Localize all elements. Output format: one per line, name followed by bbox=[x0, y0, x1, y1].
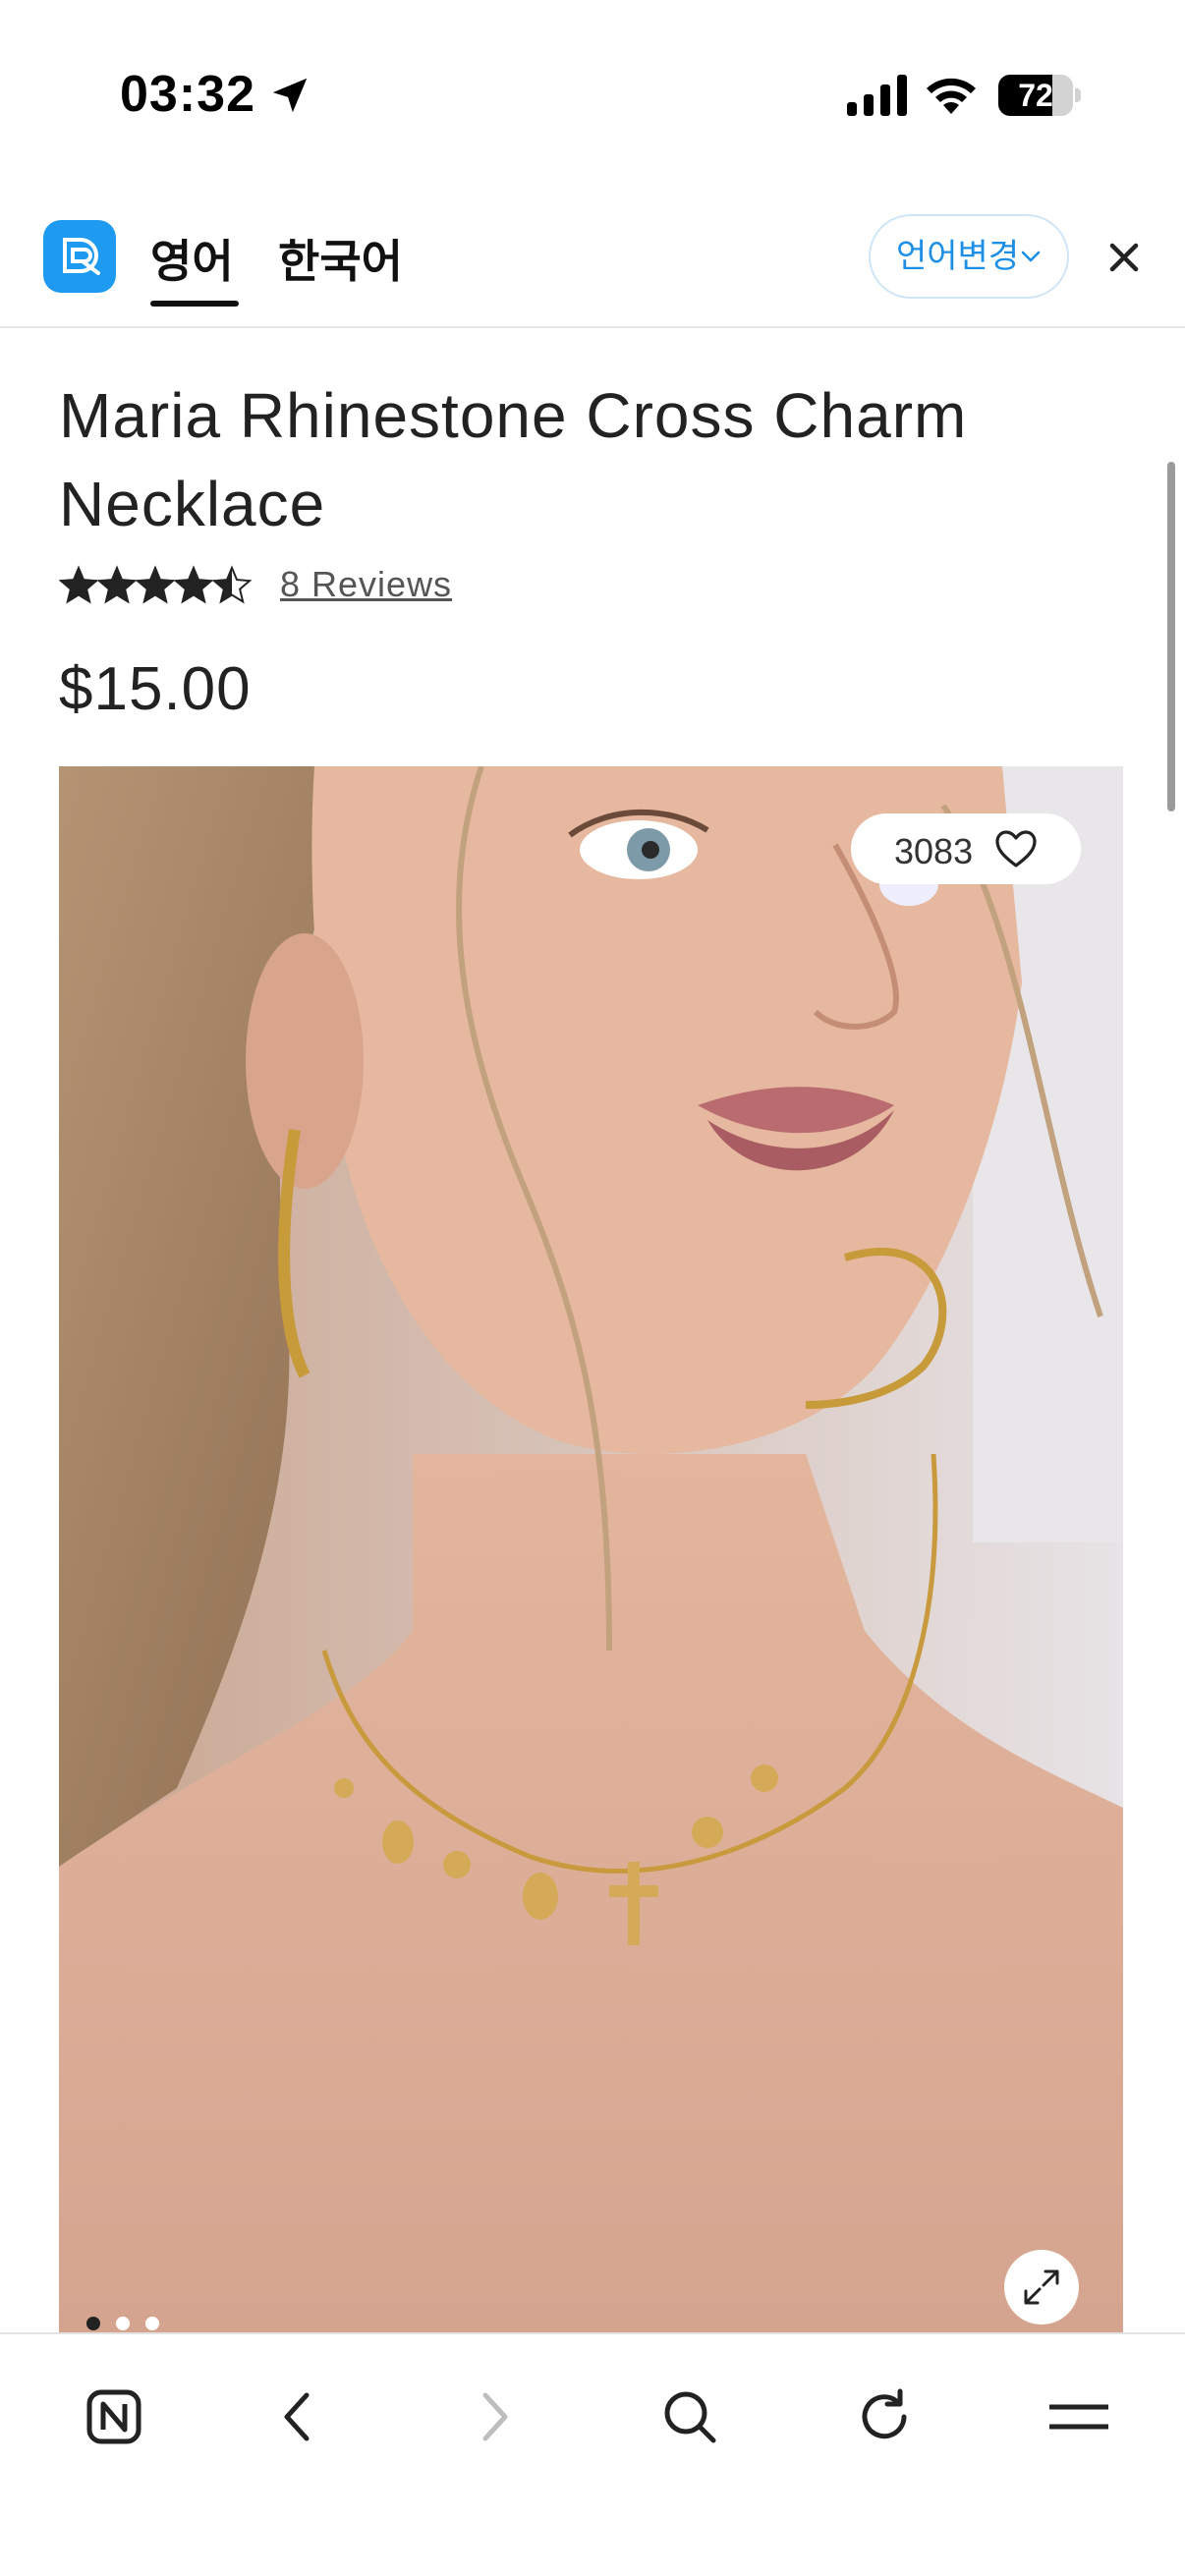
wishlist-button[interactable]: 3083 bbox=[851, 813, 1081, 884]
star-fill bbox=[98, 568, 136, 602]
cellular-signal-icon bbox=[847, 75, 907, 116]
tab-korean[interactable]: 한국어 bbox=[278, 226, 403, 291]
status-bar: 03:32 72 bbox=[0, 0, 1185, 196]
location-arrow-icon bbox=[272, 78, 308, 113]
close-icon[interactable] bbox=[1106, 240, 1142, 275]
scrollbar[interactable] bbox=[1167, 462, 1175, 812]
pagination-dot[interactable] bbox=[116, 2317, 130, 2330]
translation-bar: 영어 한국어 언어변경 bbox=[0, 196, 1185, 328]
naver-n-icon bbox=[86, 2389, 141, 2444]
browser-toolbar bbox=[0, 2332, 1185, 2576]
expand-image-button[interactable] bbox=[1004, 2250, 1079, 2324]
pagination-dot[interactable] bbox=[145, 2317, 159, 2330]
product-price: $15.00 bbox=[59, 655, 252, 723]
change-language-label: 언어변경 bbox=[896, 238, 1020, 275]
tab-english[interactable]: 영어 bbox=[150, 226, 234, 291]
product-photo[interactable] bbox=[59, 766, 1123, 2334]
translator-logo-icon[interactable] bbox=[43, 220, 116, 293]
forward-button[interactable] bbox=[446, 2370, 540, 2464]
rating-stars bbox=[59, 565, 252, 604]
product-title: Maria Rhinestone Cross Charm Necklace bbox=[59, 380, 968, 539]
reviews-link[interactable]: 8 Reviews bbox=[280, 564, 452, 605]
chevron-down-icon bbox=[1021, 251, 1041, 262]
pagination-dot[interactable] bbox=[86, 2317, 100, 2330]
menu-button[interactable] bbox=[1032, 2370, 1126, 2464]
heart-icon bbox=[995, 830, 1037, 868]
wishlist-count: 3083 bbox=[894, 831, 974, 871]
back-button[interactable] bbox=[252, 2370, 346, 2464]
status-time: 03:32 bbox=[120, 66, 255, 123]
star-fill bbox=[137, 568, 174, 602]
star-fill bbox=[60, 568, 97, 602]
reload-button[interactable] bbox=[837, 2370, 931, 2464]
reload-icon bbox=[862, 2388, 907, 2439]
battery-level: 72 bbox=[1018, 78, 1053, 113]
wifi-icon bbox=[927, 78, 976, 114]
battery-indicator: 72 bbox=[998, 75, 1081, 116]
change-language-button[interactable]: 언어변경 bbox=[869, 214, 1069, 299]
naver-home-button[interactable] bbox=[67, 2370, 161, 2464]
chevron-left-icon bbox=[284, 2392, 310, 2441]
tab-selected-indicator bbox=[150, 301, 239, 307]
image-pagination bbox=[86, 2317, 175, 2332]
expand-icon bbox=[1024, 2269, 1059, 2305]
chevron-right-icon bbox=[482, 2392, 508, 2441]
star-fill bbox=[175, 568, 212, 602]
search-button[interactable] bbox=[643, 2370, 737, 2464]
hamburger-menu-icon bbox=[1049, 2404, 1108, 2430]
search-icon bbox=[664, 2391, 716, 2443]
